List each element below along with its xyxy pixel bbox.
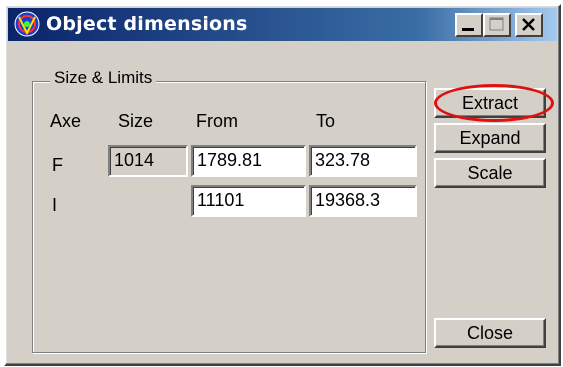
header-to: To <box>316 111 336 131</box>
globe-icon[interactable] <box>14 11 40 37</box>
row-i-axe: I <box>52 195 58 215</box>
title-bar[interactable]: Object dimensions <box>8 8 557 41</box>
row-f-to-input[interactable]: 323.78 <box>309 145 417 177</box>
header-size: Size <box>118 111 154 131</box>
row-i-to-input[interactable]: 19368.3 <box>309 185 417 217</box>
groupbox-title: Size & Limits <box>50 68 157 88</box>
header-axe: Axe <box>50 111 82 131</box>
expand-button[interactable]: Expand <box>434 123 546 153</box>
minimize-icon <box>462 28 474 31</box>
maximize-button[interactable] <box>483 13 511 37</box>
row-f-size-field: 1014 <box>108 145 188 177</box>
dialog-window: Object dimensions Size & Limits Axe Size… <box>4 4 561 366</box>
close-window-button[interactable] <box>515 13 543 37</box>
maximize-icon <box>489 17 504 31</box>
row-i-from-input[interactable]: 11101 <box>191 185 306 217</box>
close-button[interactable]: Close <box>434 318 546 348</box>
scale-button[interactable]: Scale <box>434 158 546 188</box>
row-f-from-input[interactable]: 1789.81 <box>191 145 306 177</box>
header-from: From <box>196 111 238 131</box>
minimize-button[interactable] <box>455 13 483 37</box>
row-f-axe: F <box>52 155 63 175</box>
close-icon <box>522 18 535 31</box>
window-title: Object dimensions <box>46 13 248 35</box>
extract-button[interactable]: Extract <box>434 88 546 118</box>
